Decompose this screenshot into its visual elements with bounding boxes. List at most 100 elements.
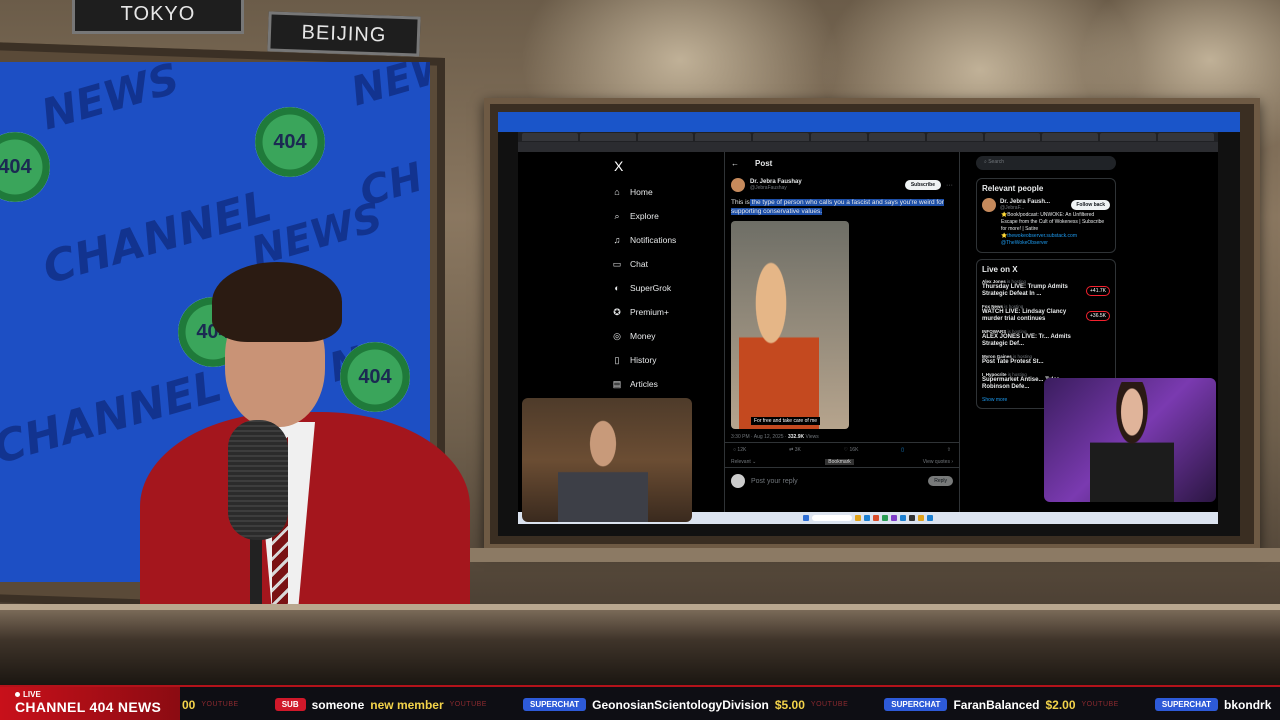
- taskbar-app-icon[interactable]: [882, 515, 888, 521]
- post-video[interactable]: For free and take care of me: [731, 221, 849, 429]
- relevant-sort[interactable]: Relevant ⌄: [731, 459, 756, 465]
- browser-tab[interactable]: [753, 133, 810, 141]
- browser-tab-strip: [518, 132, 1218, 142]
- repost-action[interactable]: ⇄ 3K: [789, 447, 801, 453]
- person-handle: @JebraF...: [1000, 205, 1025, 211]
- monitor-shelf: [470, 548, 1280, 562]
- follow-back-button[interactable]: Follow back: [1071, 200, 1110, 210]
- browser-tab[interactable]: [868, 133, 925, 141]
- ticker-platform: YOUTUBE: [1081, 701, 1119, 708]
- screen-header-bar: [498, 112, 1240, 132]
- taskbar-app-icon[interactable]: [909, 515, 915, 521]
- live-indicator: LIVE: [15, 690, 180, 699]
- browser-tab[interactable]: [1042, 133, 1099, 141]
- nav-label: Explore: [630, 211, 659, 221]
- live-item[interactable]: INFOWARS is hosting ALEX JONES LIVE: Tr.…: [982, 329, 1110, 348]
- microphone-icon: [228, 420, 288, 540]
- money-icon: ◎: [613, 330, 621, 341]
- view-quotes-link[interactable]: View quotes ›: [923, 459, 953, 465]
- nav-label: History: [630, 355, 657, 365]
- x-nav: X ⌂ Home ⌕ Explore ♫ Notifications ▭ Chat ◐ S…: [612, 158, 722, 396]
- post-text-highlighted: the type of person who calls you a fasci…: [731, 199, 944, 215]
- views-label: Views: [805, 434, 819, 440]
- reply-action[interactable]: ○ 12K: [733, 447, 746, 453]
- ticker-extra: new member: [370, 697, 444, 712]
- taskbar-app-icon[interactable]: [873, 515, 879, 521]
- bio-link[interactable]: ⭐thewokeobserver.substack.com: [1001, 233, 1110, 240]
- browser-tab[interactable]: [637, 133, 694, 141]
- share-icon[interactable]: ⇧: [947, 447, 951, 453]
- taskbar-app-icon[interactable]: [891, 515, 897, 521]
- nav-item-supergrok[interactable]: ◐ SuperGrok: [612, 276, 722, 300]
- taskbar-app-icon[interactable]: [855, 515, 861, 521]
- nav-item-premium[interactable]: ✪ Premium+: [612, 300, 722, 324]
- post-header: ← Post: [725, 152, 959, 174]
- taskbar-search[interactable]: [812, 515, 852, 521]
- bookmark-tooltip: Bookmark: [825, 459, 854, 465]
- search-icon: ⌕: [614, 210, 620, 221]
- post-meta: 3:30 PM · Aug 12, 2025 · 332.9K Views: [725, 432, 959, 442]
- taskbar-app-icon[interactable]: [864, 515, 870, 521]
- live-on-x-title: Live on X: [982, 265, 1018, 274]
- guest-webcam-right: [1044, 378, 1216, 502]
- nav-item-chat[interactable]: ▭ Chat: [612, 252, 722, 276]
- bell-icon: ♫: [613, 235, 621, 245]
- ticker-badge-superchat: SUPERCHAT: [884, 698, 948, 711]
- news-ticker: LIVE CHANNEL 404 NEWS 00 YOUTUBE SUB som…: [0, 685, 1280, 720]
- video-caption: For free and take care of me: [751, 417, 821, 425]
- like-action[interactable]: ♡ 16K: [844, 447, 859, 453]
- browser-tab[interactable]: [984, 133, 1041, 141]
- ticker-badge-superchat: SUPERCHAT: [1154, 698, 1219, 711]
- post-views: 332.9K: [787, 434, 805, 440]
- nav-item-history[interactable]: ▯ History: [612, 348, 722, 372]
- search-input[interactable]: ⌕ Search: [976, 156, 1116, 170]
- more-icon[interactable]: ···: [946, 182, 953, 189]
- taskbar-app-icon[interactable]: [900, 515, 906, 521]
- ticker-track: 00 YOUTUBE SUB someone new member YOUTUB…: [180, 687, 1271, 720]
- ticker-platform: YOUTUBE: [201, 701, 239, 708]
- bookmark-icon[interactable]: ▯: [901, 447, 904, 453]
- browser-tab[interactable]: [811, 133, 867, 141]
- channel-404-logo: 404: [0, 132, 50, 202]
- back-arrow-icon[interactable]: ←: [731, 159, 739, 168]
- city-plate-tokyo: TOKYO: [72, 0, 244, 34]
- channel-name: CHANNEL 404 NEWS: [15, 699, 162, 715]
- relevant-people-title: Relevant people: [982, 184, 1044, 193]
- reply-input[interactable]: Post your reply: [751, 478, 798, 485]
- taskbar-app-icon[interactable]: [927, 515, 933, 521]
- like-count: 16K: [849, 447, 859, 453]
- reply-button[interactable]: Reply: [928, 476, 953, 486]
- post-text: This is the type of person who calls you…: [725, 196, 959, 218]
- taskbar-app-icon[interactable]: [918, 515, 924, 521]
- browser-tab[interactable]: [695, 133, 752, 141]
- live-listener-count: +41.7K: [1086, 286, 1110, 296]
- browser-tab[interactable]: [522, 133, 578, 141]
- bio-mention[interactable]: @TheWokeObserver: [1001, 240, 1110, 247]
- live-item[interactable]: Myron Gaines is hosting Post Tate Protes…: [982, 354, 1110, 366]
- browser-address-bar[interactable]: [518, 142, 1218, 152]
- nav-item-home[interactable]: ⌂ Home: [612, 180, 722, 204]
- ticker-platform: YOUTUBE: [810, 701, 849, 708]
- backdrop-word: NEWS: [35, 62, 185, 140]
- news-desk: [0, 610, 1280, 685]
- avatar[interactable]: [731, 178, 745, 192]
- nav-item-articles[interactable]: ▤ Articles: [612, 372, 722, 396]
- post-actions: ○ 12K ⇄ 3K ♡ 16K ▯ ⇧: [725, 442, 959, 457]
- browser-tab[interactable]: [1100, 133, 1157, 141]
- browser-tab[interactable]: [579, 133, 636, 141]
- live-item[interactable]: Fox News is hosting WATCH LIVE: Lindsay …: [982, 304, 1110, 323]
- browser-tab[interactable]: [926, 133, 983, 141]
- browser-tab[interactable]: [1158, 133, 1214, 141]
- avatar[interactable]: [982, 198, 996, 212]
- ticker-badge-sub: SUB: [274, 698, 306, 711]
- nav-item-notifications[interactable]: ♫ Notifications: [612, 228, 722, 252]
- nav-label: Premium+: [630, 307, 669, 317]
- subscribe-button[interactable]: Subscribe: [904, 180, 941, 190]
- x-logo-icon[interactable]: X: [612, 158, 722, 174]
- reply-composer: Post your reply Reply: [725, 467, 959, 494]
- nav-label: SuperGrok: [630, 283, 672, 293]
- nav-item-explore[interactable]: ⌕ Explore: [612, 204, 722, 228]
- live-item[interactable]: Alex Jones is hosting Thursday LIVE: Tru…: [982, 279, 1110, 298]
- start-icon[interactable]: [803, 515, 809, 521]
- nav-item-money[interactable]: ◎ Money: [612, 324, 722, 348]
